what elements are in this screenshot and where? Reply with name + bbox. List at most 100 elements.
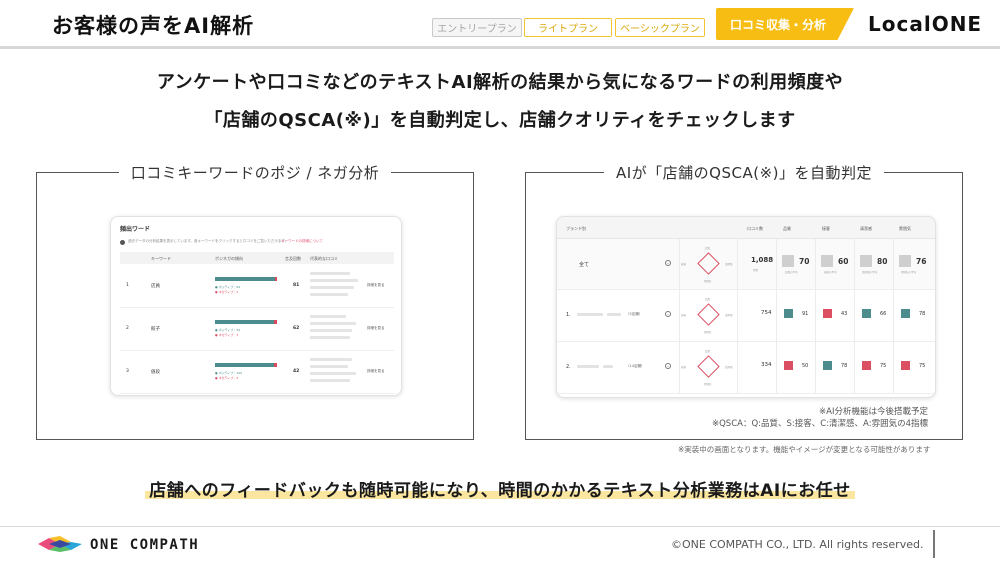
blurred-review: [310, 379, 350, 382]
table-row[interactable]: 1. （5店舗） ⌄ 品質 接客 清潔感 雰囲気 754 91 43 66 78: [557, 290, 935, 342]
detail-button[interactable]: 詳細を見る: [367, 283, 385, 288]
count-unit: 件数: [753, 269, 759, 272]
negative-count: ● ネガティブ：5: [215, 376, 239, 380]
col-service: 接客: [822, 226, 830, 231]
blurred-review: [310, 336, 350, 339]
table-row[interactable]: 2 餃子 ● ポジティブ：54 ● ネガティブ：3 62 詳細を見る: [120, 309, 394, 351]
col-atmosphere: 雰囲気: [899, 226, 911, 231]
chevron-down-icon[interactable]: ⌄: [665, 260, 671, 266]
qsca-screenshot-card: ブランド別 口コミ数 品質 接客 清潔感 雰囲気 全て ⌄ 品質 接客 清潔感 …: [556, 216, 936, 398]
keyword-detail-link[interactable]: キーワードの詳細について: [281, 239, 323, 244]
table-row[interactable]: 3 値段 ● ポジティブ：100 ● ネガティブ：5 42 詳細を見る: [120, 352, 394, 394]
page-title: お客様の声をAI解析: [52, 14, 255, 38]
col-keyword: キーワード: [151, 256, 171, 261]
review-count: 334: [761, 362, 772, 368]
blurred-review: [310, 358, 352, 361]
detail-button[interactable]: 詳細を見る: [367, 326, 385, 331]
col-brand: ブランド別: [566, 226, 586, 231]
row-keyword[interactable]: 店員: [151, 283, 160, 289]
score-swatch: [901, 361, 910, 370]
blurred-review: [310, 286, 354, 289]
chevron-down-icon[interactable]: ⌄: [665, 363, 671, 369]
score-swatch: [901, 309, 910, 318]
col-cleanliness: 清潔感: [860, 226, 872, 231]
row-keyword[interactable]: 餃子: [151, 326, 160, 332]
keyword-analysis-panel: 口コミキーワードのポジ / ネガ分析 頻出ワード 過去データの分析結果を表示して…: [36, 164, 474, 440]
plan-tab-light[interactable]: ライトプラン: [524, 18, 612, 37]
store-count: （14店舗）: [626, 364, 645, 368]
row-rank: 1: [126, 283, 129, 288]
header: お客様の声をAI解析 エントリープラン ライトプラン ベーシックプラン 口コミ収…: [0, 0, 1000, 46]
info-icon: [120, 240, 125, 245]
header-divider: [0, 46, 1000, 49]
score-value: 78: [919, 311, 926, 317]
qsca-table-header: ブランド別 口コミ数 品質 接客 清潔感 雰囲気: [557, 217, 935, 239]
table-row[interactable]: 1 店員 ● ポジティブ：64 ● ネガティブ：5 81 詳細を見る: [120, 266, 394, 308]
score-value: 43: [841, 311, 848, 317]
score-value: 91: [802, 311, 809, 317]
table-row[interactable]: 2. （14店舗） ⌄ 品質 接客 清潔感 雰囲気 334 50 78 75 7…: [557, 342, 935, 394]
row-rank: 2: [126, 326, 129, 331]
footer-company-name: ONE COMPATH: [90, 537, 200, 553]
negative-count: ● ネガティブ：5: [215, 290, 239, 294]
row-rank: 2.: [566, 364, 571, 370]
score-value: 50: [802, 363, 809, 369]
blurred-brand: [607, 313, 621, 316]
row-rank: 3: [126, 369, 129, 374]
plan-tab-review-analysis[interactable]: 口コミ収集・分析: [716, 8, 854, 40]
brand-logo: LocalONE: [868, 12, 983, 36]
col-review-count: 口コミ数: [747, 226, 763, 231]
blurred-brand: [577, 313, 603, 316]
plan-tab-entry[interactable]: エントリープラン: [432, 18, 522, 37]
row-keyword[interactable]: 値段: [151, 369, 160, 375]
score-value: 75: [919, 363, 926, 369]
qsca-definition-note: ※QSCA：Q:品質、S:接客、C:清潔感、A:雰囲気の4指標: [711, 419, 928, 429]
footer-divider: [0, 526, 1000, 527]
blurred-review: [310, 322, 356, 325]
negative-count: ● ネガティブ：3: [215, 333, 239, 337]
keyword-table-header: キーワード ポジネガの傾向 言及回数 代表的な口コミ: [120, 252, 394, 264]
positive-count: ● ポジティブ：64: [215, 285, 241, 289]
score-swatch: [860, 255, 872, 267]
headline-line1: アンケートや口コミなどのテキストAI解析の結果から気になるワードの利用頻度や: [156, 72, 844, 93]
mention-count: 42: [293, 369, 300, 374]
review-count: 1,088: [751, 256, 774, 264]
score-value: 70: [799, 257, 810, 266]
posneg-bar: [215, 277, 277, 281]
col-reviews: 代表的な口コミ: [310, 256, 338, 261]
blurred-review: [310, 329, 352, 332]
qsca-panel: AIが「店舗のQSCA(※)」を自動判定 ブランド別 口コミ数 品質 接客 清潔…: [525, 164, 963, 440]
score-swatch: [821, 255, 833, 267]
positive-count: ● ポジティブ：100: [215, 371, 243, 375]
col-quality: 品質: [783, 226, 791, 231]
frequent-words-title: 頻出ワード: [120, 226, 151, 233]
score-value: 80: [877, 257, 888, 266]
blurred-review: [310, 365, 348, 368]
radar-chart-icon: [697, 303, 720, 326]
row-label: 全て: [579, 262, 590, 268]
detail-button[interactable]: 詳細を見る: [367, 369, 385, 374]
blurred-review: [310, 315, 346, 318]
footer-divider-bar: [933, 530, 935, 558]
mention-count: 81: [293, 283, 300, 288]
blurred-brand: [603, 365, 613, 368]
score-swatch: [823, 309, 832, 318]
ai-feature-note: ※AI分析機能は今後搭載予定: [819, 407, 928, 417]
blurred-review: [310, 293, 348, 296]
review-count: 754: [761, 310, 772, 316]
posneg-bar: [215, 363, 277, 367]
plan-tab-basic[interactable]: ベーシックプラン: [615, 18, 705, 37]
chevron-down-icon[interactable]: ⌄: [665, 311, 671, 317]
blurred-review: [310, 272, 350, 275]
keyword-screenshot-card: 頻出ワード 過去データの分析結果を表示しています。各キーワードをクリックすると口…: [110, 216, 402, 396]
table-row-total[interactable]: 全て ⌄ 品質 接客 清潔感 雰囲気 1,088 件数 70 品質の平均 60 …: [557, 239, 935, 290]
blurred-review: [310, 279, 358, 282]
score-swatch: [784, 309, 793, 318]
radar-chart-icon: [697, 355, 720, 378]
col-posneg: ポジネガの傾向: [215, 256, 243, 261]
qsca-label: AIが「店舗のQSCA(※)」を自動判定: [603, 164, 885, 182]
mention-count: 62: [293, 326, 300, 331]
score-swatch: [862, 361, 871, 370]
score-value: 75: [880, 363, 887, 369]
onecompath-logo-icon: [38, 536, 82, 552]
